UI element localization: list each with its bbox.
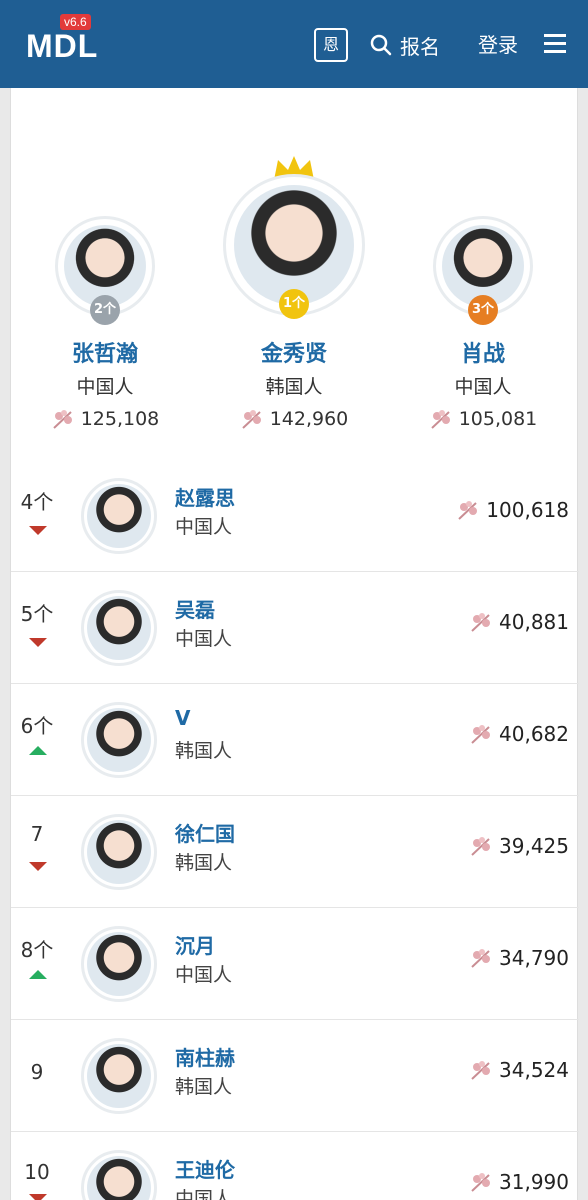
avatar[interactable] <box>81 702 157 778</box>
nationality: 韩国人 <box>265 376 323 398</box>
version-badge: v6.6 <box>60 14 91 30</box>
person-name[interactable]: 沉月 <box>175 930 215 959</box>
person-name[interactable]: 王迪伦 <box>175 1154 235 1183</box>
flower-icon <box>471 1061 491 1080</box>
list-item[interactable]: 10 王迪伦 中国人 31,990 <box>11 1132 579 1200</box>
flower-icon <box>471 949 491 968</box>
avatar[interactable] <box>81 590 157 666</box>
flower-icon <box>471 1173 491 1192</box>
rank-number: 6个 <box>20 714 54 738</box>
rank-badge: 2个 <box>90 295 120 325</box>
person-name[interactable]: V <box>175 706 190 730</box>
avatar[interactable] <box>81 814 157 890</box>
top-nav-bar: MDL v6.6 恩 报名 登录 <box>0 0 588 88</box>
trend-up-icon <box>29 746 47 755</box>
person-name[interactable]: 肖战 <box>393 336 573 368</box>
person-name[interactable]: 赵露思 <box>175 482 235 511</box>
rank-number: 4个 <box>20 490 54 514</box>
list-item[interactable]: 9 南柱赫 韩国人 34,524 <box>11 1020 579 1132</box>
nationality: 中国人 <box>454 376 512 398</box>
list-item[interactable]: 5个 吴磊 中国人 40,881 <box>11 572 579 684</box>
score: 34,524 <box>469 1058 569 1082</box>
avatar[interactable]: 3个 <box>433 216 533 325</box>
score: 34,790 <box>469 946 569 970</box>
score: 125,108 <box>15 408 195 430</box>
person-name[interactable]: 吴磊 <box>175 594 215 623</box>
search-label: 报名 <box>400 34 440 59</box>
person-name[interactable]: 金秀贤 <box>204 336 384 368</box>
rank-number: 7 <box>30 822 44 846</box>
flower-icon <box>471 837 491 856</box>
nav-box-button[interactable]: 恩 <box>314 28 348 62</box>
person-name[interactable]: 张哲瀚 <box>15 336 195 368</box>
score: 142,960 <box>204 408 384 430</box>
score: 100,618 <box>456 498 569 522</box>
avatar[interactable] <box>81 1038 157 1114</box>
trend-down-icon <box>29 862 47 871</box>
score: 40,682 <box>469 722 569 746</box>
rank-number: 9 <box>30 1060 44 1084</box>
trend-down-icon <box>29 526 47 535</box>
search-icon <box>370 34 392 56</box>
nationality: 中国人 <box>175 516 233 538</box>
person-name[interactable]: 南柱赫 <box>175 1042 235 1071</box>
list-item[interactable]: 6个 V 韩国人 40,682 <box>11 684 579 796</box>
rank-number: 5个 <box>20 602 54 626</box>
nationality: 韩国人 <box>175 1076 233 1098</box>
avatar[interactable] <box>81 478 157 554</box>
avatar[interactable] <box>81 926 157 1002</box>
nationality: 中国人 <box>175 1188 233 1200</box>
trend-down-icon <box>29 1194 47 1200</box>
mdl-logo[interactable]: MDL <box>26 28 98 65</box>
list-item[interactable]: 8个 沉月 中国人 34,790 <box>11 908 579 1020</box>
score: 105,081 <box>393 408 573 430</box>
podium-item-2[interactable]: 2个 张哲瀚 中国人 125,108 <box>53 216 159 430</box>
flower-icon <box>471 725 491 744</box>
avatar[interactable]: 1个 <box>223 174 365 319</box>
rank-badge: 1个 <box>279 289 309 319</box>
rank-number: 10 <box>24 1160 50 1184</box>
score: 31,990 <box>469 1170 569 1194</box>
list-item[interactable]: 7 徐仁国 韩国人 39,425 <box>11 796 579 908</box>
rank-number: 8个 <box>20 938 54 962</box>
menu-icon[interactable] <box>544 34 566 54</box>
podium-item-1[interactable]: 1个 金秀贤 韩国人 142,960 <box>223 156 365 430</box>
nationality: 中国人 <box>76 376 134 398</box>
ranking-card: 2个 张哲瀚 中国人 125,108 1个 金秀贤 韩国人 142,960 3个… <box>10 88 579 1200</box>
list-item[interactable]: 4个 赵露思 中国人 100,618 <box>11 460 579 572</box>
avatar[interactable]: 2个 <box>55 216 155 325</box>
flower-icon <box>431 410 450 429</box>
trend-up-icon <box>29 970 47 979</box>
login-button[interactable]: 登录 <box>478 30 518 60</box>
nationality: 中国人 <box>175 964 233 986</box>
search-button[interactable]: 报名 <box>370 30 440 60</box>
nationality: 韩国人 <box>175 852 233 874</box>
score: 40,881 <box>469 610 569 634</box>
trend-down-icon <box>29 638 47 647</box>
person-name[interactable]: 徐仁国 <box>175 818 235 847</box>
score: 39,425 <box>469 834 569 858</box>
flower-icon <box>458 501 478 520</box>
flower-icon <box>242 410 261 429</box>
avatar[interactable] <box>81 1150 157 1200</box>
rank-badge: 3个 <box>468 295 498 325</box>
nationality: 韩国人 <box>175 740 233 762</box>
nationality: 中国人 <box>175 628 233 650</box>
flower-icon <box>471 613 491 632</box>
podium-item-3[interactable]: 3个 肖战 中国人 105,081 <box>431 216 537 430</box>
flower-icon <box>53 410 72 429</box>
